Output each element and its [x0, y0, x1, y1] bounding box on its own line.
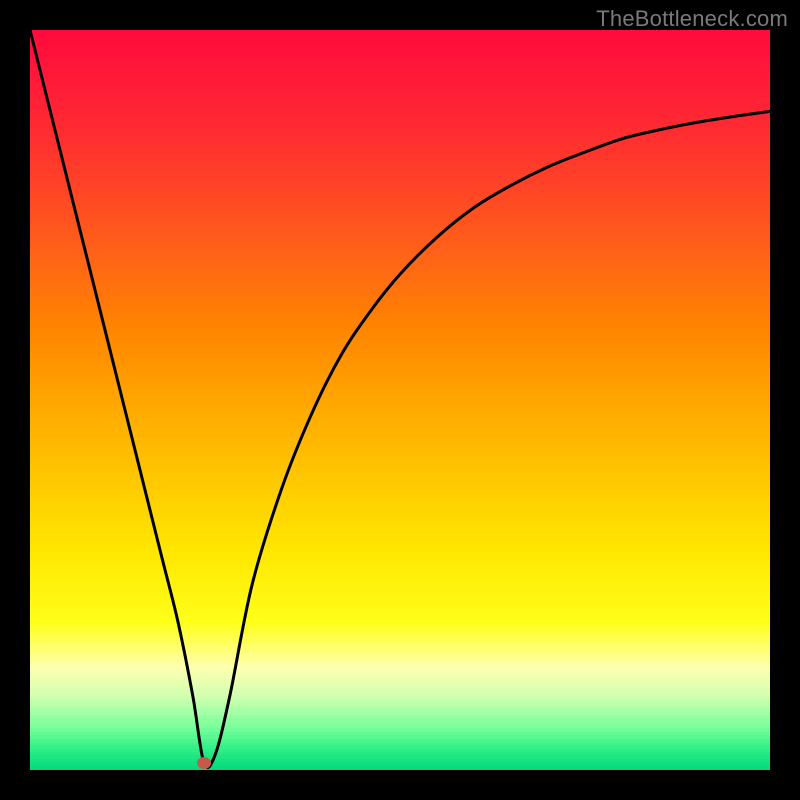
bottleneck-curve	[30, 30, 770, 770]
minimum-point-marker	[197, 757, 211, 769]
chart-frame: TheBottleneck.com	[0, 0, 800, 800]
plot-area	[30, 30, 770, 770]
attribution-label: TheBottleneck.com	[596, 6, 788, 32]
